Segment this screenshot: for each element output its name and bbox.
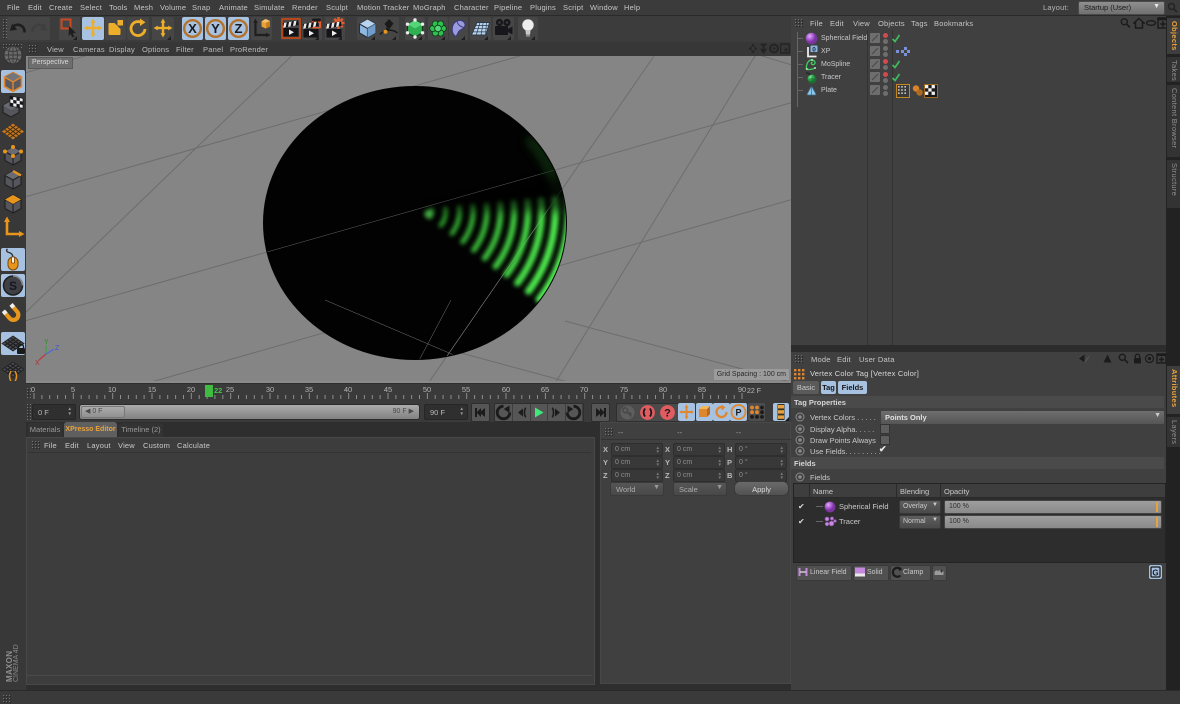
- svg-text:Z: Z: [235, 21, 243, 36]
- svg-text:S: S: [9, 279, 17, 293]
- svg-text:Y: Y: [44, 339, 49, 346]
- svg-text:P: P: [735, 408, 741, 418]
- svg-text:G: G: [1152, 569, 1158, 578]
- svg-text:( ): ( ): [8, 370, 18, 381]
- svg-text:Z: Z: [55, 345, 60, 352]
- svg-text:0: 0: [812, 46, 816, 53]
- svg-text:X: X: [188, 21, 197, 36]
- svg-text:Y: Y: [211, 21, 220, 36]
- svg-text:?: ?: [664, 408, 671, 420]
- svg-text:X: X: [35, 360, 40, 367]
